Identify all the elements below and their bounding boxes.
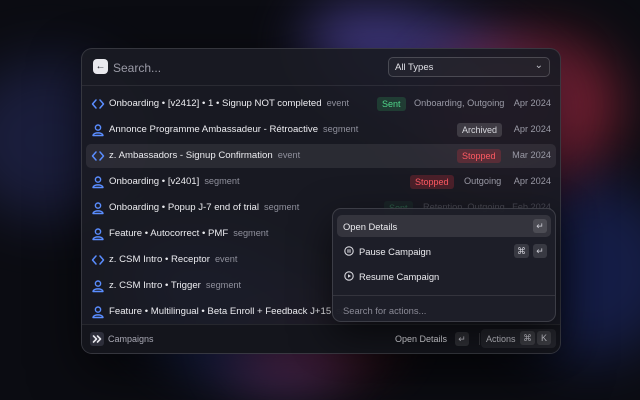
section-label: Campaigns — [108, 334, 154, 344]
list-item[interactable]: Onboarding • [v2401] segment Stopped Outg… — [86, 170, 556, 194]
campaign-tags: Onboarding, Outgoing — [414, 98, 505, 108]
campaign-type: segment — [205, 280, 242, 290]
code-icon — [91, 151, 105, 161]
campaign-type: segment — [233, 228, 269, 238]
actions-menu: Open Details ↵ Pause Campaign ⌘ ↵ Resume… — [332, 208, 556, 322]
campaign-type: segment — [323, 124, 359, 134]
actions-label: Actions — [486, 334, 516, 344]
campaign-type: event — [277, 150, 301, 160]
user-icon — [92, 176, 104, 189]
actions-search-input[interactable] — [341, 301, 545, 319]
menu-item-label: Open Details — [343, 221, 398, 232]
command-key-icon: ⌘ — [520, 331, 535, 345]
menu-item-pause-campaign[interactable]: Pause Campaign ⌘ ↵ — [337, 240, 551, 262]
campaign-type: segment — [204, 176, 240, 186]
code-icon — [91, 255, 105, 265]
menu-item-open-details[interactable]: Open Details ↵ — [337, 215, 551, 237]
enter-key-icon: ↵ — [533, 219, 547, 233]
command-key-icon: ⌘ — [514, 244, 529, 258]
campaign-title: z. Ambassadors - Signup Confirmation — [109, 150, 273, 161]
actions-button[interactable]: Actions ⌘ K — [481, 329, 556, 348]
user-icon — [92, 280, 104, 293]
arrow-left-icon: ← — [95, 61, 106, 72]
campaign-type: event — [214, 254, 238, 264]
list-item[interactable]: Onboarding • [v2412] • 1 • Signup NOT co… — [86, 92, 556, 116]
search-bar: ← All Types ⌄ — [82, 49, 560, 86]
menu-item-resume-campaign[interactable]: Resume Campaign — [337, 265, 551, 287]
enter-key-icon: ↵ — [533, 244, 547, 258]
search-input[interactable] — [111, 57, 365, 79]
open-details-footer-button[interactable]: Open Details — [395, 334, 447, 344]
status-badge: Sent — [377, 97, 406, 111]
user-icon — [92, 228, 104, 241]
status-badge: Archived — [457, 123, 503, 137]
list-item[interactable]: Annonce Programme Ambassadeur - Rétroact… — [86, 118, 556, 142]
campaign-title: Feature • Autocorrect • PMF — [109, 228, 229, 239]
type-filter-value: All Types — [395, 62, 434, 73]
status-footer: Campaigns Open Details ↵ Actions ⌘ K — [82, 324, 560, 353]
menu-item-label: Pause Campaign — [359, 246, 431, 257]
code-icon — [91, 99, 105, 109]
enter-key-icon: ↵ — [455, 332, 469, 346]
user-icon — [92, 306, 104, 319]
type-filter-select[interactable]: All Types ⌄ — [388, 57, 550, 77]
campaign-title: Onboarding • Popup J-7 end of trial — [109, 202, 260, 213]
status-badge: Stopped — [457, 149, 501, 163]
campaign-date: Apr 2024 — [513, 176, 551, 186]
campaign-title: z. CSM Intro • Receptor — [109, 254, 210, 265]
status-badge: Stopped — [410, 175, 454, 189]
list-item[interactable]: z. Ambassadors - Signup Confirmation even… — [86, 144, 556, 168]
campaign-date: Apr 2024 — [513, 124, 551, 134]
campaign-date: Apr 2024 — [513, 98, 551, 108]
k-key-icon: K — [537, 331, 551, 345]
pause-icon — [344, 246, 354, 256]
campaign-title: Onboarding • [v2401] — [109, 176, 200, 187]
back-button[interactable]: ← — [93, 59, 108, 74]
campaign-title: Feature • Multilingual • Beta Enroll + F… — [109, 306, 332, 317]
campaign-type: event — [326, 98, 350, 108]
campaign-title: Onboarding • [v2412] • 1 • Signup NOT co… — [109, 98, 322, 109]
campaign-title: Annonce Programme Ambassadeur - Rétroact… — [109, 124, 319, 135]
campaign-date: Mar 2024 — [512, 150, 551, 160]
campaign-tags: Outgoing — [464, 176, 502, 186]
user-icon — [92, 202, 104, 215]
menu-divider — [333, 295, 555, 296]
footer-divider — [479, 333, 480, 345]
menu-item-label: Resume Campaign — [359, 271, 440, 282]
app-logo-icon — [90, 332, 104, 346]
user-icon — [92, 124, 104, 137]
play-icon — [344, 271, 354, 281]
campaign-title: z. CSM Intro • Trigger — [109, 280, 201, 291]
chevron-down-icon: ⌄ — [534, 60, 543, 71]
campaign-type: segment — [264, 202, 300, 212]
